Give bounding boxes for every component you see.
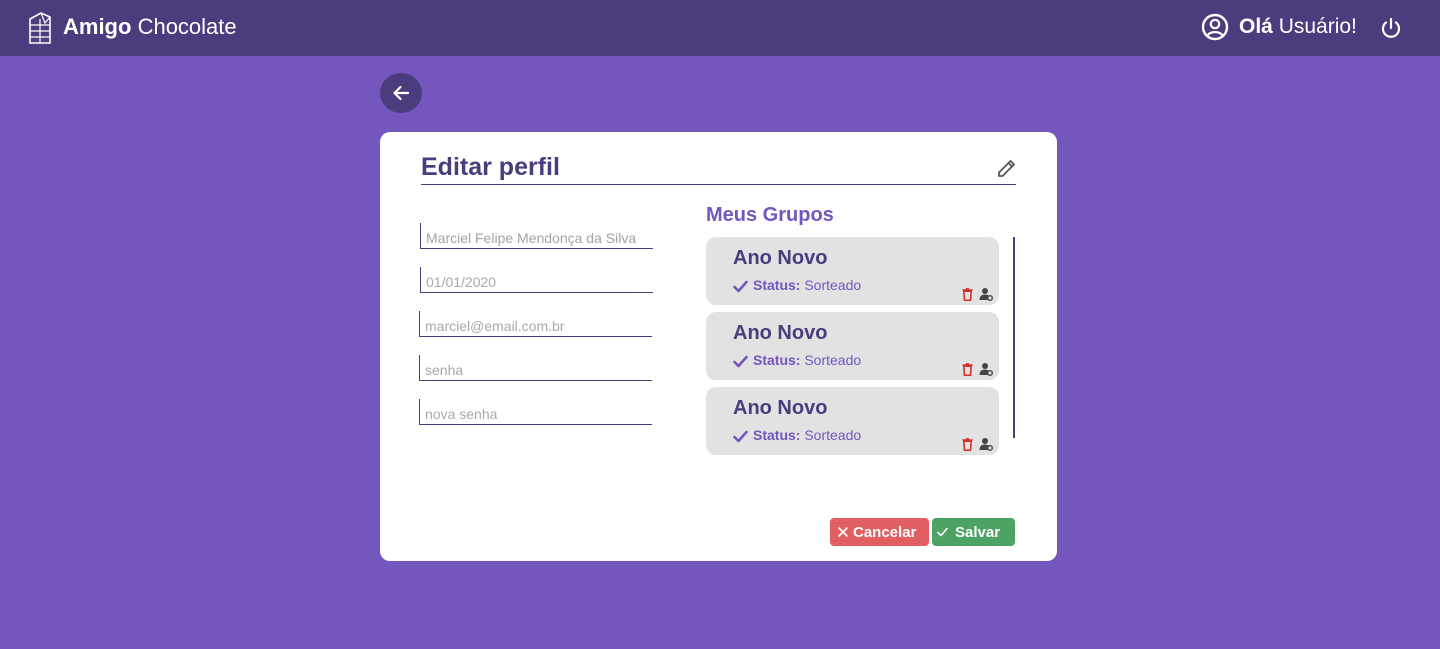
close-icon (838, 527, 848, 537)
birthdate-field (420, 267, 653, 293)
trash-icon[interactable] (962, 363, 973, 376)
page-title: Editar perfil (421, 153, 560, 181)
top-bar: Amigo Chocolate Olá Usuário! (0, 0, 1440, 56)
chocolate-bar-icon (29, 12, 51, 44)
pencil-icon[interactable] (996, 157, 1018, 179)
check-icon (733, 355, 748, 368)
person-gear-icon[interactable] (979, 362, 993, 376)
group-name: Ano Novo (733, 322, 828, 344)
power-icon[interactable] (1379, 16, 1403, 40)
new-password-input[interactable] (425, 405, 649, 423)
groups-title: Meus Grupos (706, 204, 834, 226)
group-status: Status: Sorteado (733, 277, 861, 293)
check-icon (733, 430, 748, 443)
edit-profile-card: Editar perfil Meus Grupos Ano Novo Statu… (380, 132, 1057, 561)
password-input[interactable] (425, 361, 649, 379)
person-gear-icon[interactable] (979, 437, 993, 451)
name-field (420, 223, 653, 249)
groups-scrollbar[interactable] (1013, 237, 1015, 438)
user-greeting: Olá Usuário! (1239, 15, 1357, 38)
group-name: Ano Novo (733, 397, 828, 419)
title-underline (421, 184, 1016, 185)
group-status: Status: Sorteado (733, 427, 861, 443)
email-input[interactable] (425, 317, 649, 335)
name-input[interactable] (426, 229, 650, 247)
email-field (419, 311, 652, 337)
group-name: Ano Novo (733, 247, 828, 269)
save-label: Salvar (955, 524, 1001, 541)
group-status: Status: Sorteado (733, 352, 861, 368)
person-gear-icon[interactable] (979, 287, 993, 301)
group-card[interactable]: Ano Novo Status: Sorteado (706, 387, 999, 455)
arrow-left-icon (393, 85, 410, 101)
check-icon (937, 527, 948, 537)
group-card[interactable]: Ano Novo Status: Sorteado (706, 312, 999, 380)
save-button[interactable]: Salvar (932, 518, 1015, 546)
user-circle-icon[interactable] (1201, 13, 1229, 41)
trash-icon[interactable] (962, 288, 973, 301)
new-password-field (419, 399, 652, 425)
app-title: Amigo Chocolate (63, 14, 237, 39)
check-icon (733, 280, 748, 293)
cancel-label: Cancelar (853, 524, 917, 541)
back-button[interactable] (380, 73, 422, 113)
trash-icon[interactable] (962, 438, 973, 451)
cancel-button[interactable]: Cancelar (830, 518, 929, 546)
birthdate-input[interactable] (426, 273, 650, 291)
group-card[interactable]: Ano Novo Status: Sorteado (706, 237, 999, 305)
password-field (419, 355, 652, 381)
